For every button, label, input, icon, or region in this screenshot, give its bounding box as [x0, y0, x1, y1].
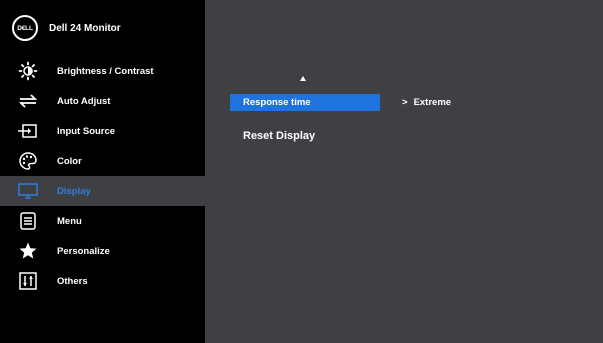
menu-item-color[interactable]: Color: [0, 146, 205, 176]
option-row-reset-display: Reset Display: [230, 127, 380, 144]
menu-item-label: Personalize: [57, 245, 110, 257]
menu-item-others[interactable]: Others: [0, 266, 205, 296]
brightness-icon: [5, 61, 51, 81]
dell-logo: D€LL: [12, 15, 38, 41]
color-palette-icon: [5, 151, 51, 171]
menu-item-label: Others: [57, 275, 88, 287]
auto-adjust-icon: [5, 92, 51, 110]
menu-item-brightness-contrast[interactable]: Brightness / Contrast: [0, 56, 205, 86]
display-submenu-panel: Response time > Extreme Reset Display: [205, 0, 603, 343]
menu-icon: [5, 211, 51, 231]
menu-item-input-source[interactable]: Input Source: [0, 116, 205, 146]
reset-display-option[interactable]: Reset Display: [230, 127, 380, 144]
menu-item-label: Menu: [57, 215, 82, 227]
menu-item-menu[interactable]: Menu: [0, 206, 205, 236]
menu-item-personalize[interactable]: Personalize: [0, 236, 205, 266]
star-icon: [5, 241, 51, 261]
response-time-option[interactable]: Response time: [230, 94, 380, 111]
menu-item-auto-adjust[interactable]: Auto Adjust: [0, 86, 205, 116]
osd-header: D€LL Dell 24 Monitor: [0, 0, 205, 56]
value-chevron-icon: >: [402, 97, 408, 108]
menu-item-label: Input Source: [57, 125, 116, 137]
monitor-model-title: Dell 24 Monitor: [49, 22, 121, 34]
menu-item-label: Brightness / Contrast: [57, 65, 154, 77]
menu-item-label: Color: [57, 155, 82, 167]
menu-item-label: Display: [57, 185, 91, 197]
scroll-up-icon[interactable]: [300, 76, 306, 81]
menu-item-display[interactable]: Display: [0, 176, 205, 206]
response-time-value: > Extreme: [402, 97, 451, 108]
display-icon: [5, 182, 51, 200]
osd-main-menu: Brightness / Contrast Auto Adjust Input …: [0, 56, 205, 296]
input-source-icon: [5, 123, 51, 139]
others-icon: [5, 271, 51, 291]
option-row-response-time: Response time > Extreme: [230, 94, 451, 111]
menu-item-label: Auto Adjust: [57, 95, 111, 107]
response-time-value-text: Extreme: [413, 97, 452, 108]
osd-window: D€LL Dell 24 Monitor Brightness / Contra…: [0, 0, 603, 343]
osd-sidebar: D€LL Dell 24 Monitor Brightness / Contra…: [0, 0, 205, 343]
